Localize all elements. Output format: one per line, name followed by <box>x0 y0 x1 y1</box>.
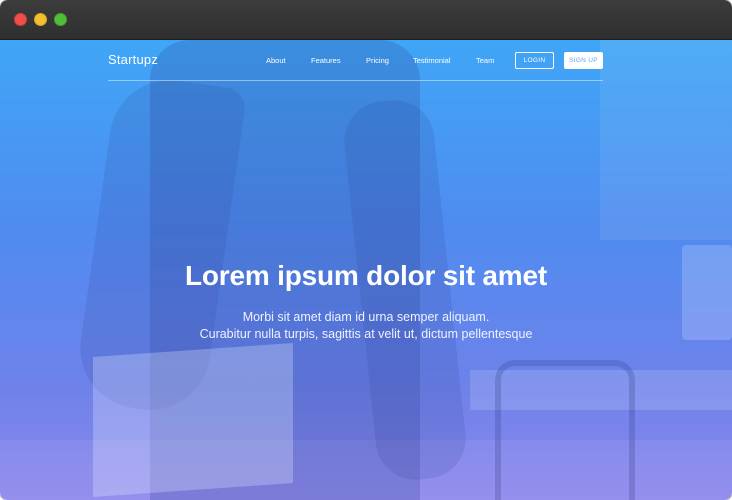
hero-headline: Lorem ipsum dolor sit amet <box>185 260 547 291</box>
background-photo-box <box>93 343 293 497</box>
close-window-button[interactable] <box>14 13 27 26</box>
nav-link-pricing[interactable]: Pricing <box>366 56 389 65</box>
nav-link-about[interactable]: About <box>266 56 286 65</box>
nav-link-features[interactable]: Features <box>311 56 341 65</box>
signup-button[interactable]: SIGN UP <box>564 52 603 69</box>
window-titlebar <box>0 0 732 40</box>
background-photo-window <box>600 40 732 240</box>
top-navigation: Startupz About Features Pricing Testimon… <box>108 40 603 81</box>
nav-link-testimonial[interactable]: Testimonial <box>413 56 451 65</box>
minimize-window-button[interactable] <box>34 13 47 26</box>
maximize-window-button[interactable] <box>54 13 67 26</box>
hero-section: Startupz About Features Pricing Testimon… <box>0 40 732 500</box>
hero-subtitle-line-1: Morbi sit amet diam id urna semper aliqu… <box>242 310 490 324</box>
login-button[interactable]: LOGIN <box>515 52 554 69</box>
background-photo-chair <box>495 360 635 500</box>
nav-link-team[interactable]: Team <box>476 56 494 65</box>
hero-subtitle-line-2: Curabitur nulla turpis, sagittis at veli… <box>199 327 533 341</box>
browser-window: Startupz About Features Pricing Testimon… <box>0 0 732 500</box>
brand-logo[interactable]: Startupz <box>108 52 158 67</box>
